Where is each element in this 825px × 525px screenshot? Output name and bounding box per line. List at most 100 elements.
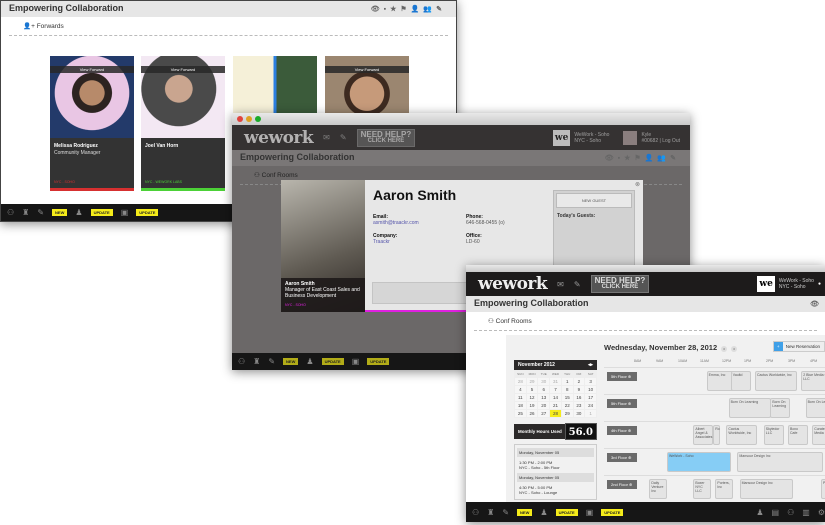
calendar-day[interactable]: 17 [585,394,596,401]
calendar-day[interactable]: 7 [550,386,561,393]
close-button[interactable] [237,116,243,122]
update-tag[interactable]: UPDATE [136,209,159,216]
help-button[interactable]: NEED HELP? CLICK HERE [356,128,416,147]
calendar-day[interactable]: 20 [538,402,550,409]
calendar-day[interactable]: 26 [526,410,538,417]
header-tools[interactable]: 👁▪★⚑👤👥✎ [371,5,446,13]
calendar-day[interactable]: 2 [573,378,585,385]
calendar-day[interactable]: 28 [515,378,526,385]
reservation-block[interactable]: Porters, Inc [715,479,734,499]
calendar-day[interactable]: 1 [585,410,596,417]
view-forward-button[interactable]: View Forward [50,66,134,73]
reservation-block[interactable]: Albert Angel & Associates [693,425,714,445]
avatar[interactable] [623,130,638,145]
reservation-block[interactable]: Vaultd [730,371,751,391]
reservation-block[interactable]: Curated Media [812,425,825,445]
calendar-day[interactable]: 5 [526,386,538,393]
reservation-block[interactable]: 2 Blue Media Group LLC [801,371,825,391]
forward-card[interactable] [233,56,317,114]
tools-icon[interactable]: ⚙ [818,508,825,517]
edit-icon[interactable]: ✎ [268,357,275,366]
location-switcher[interactable]: we WeWork - Soho NYC - Soho Kyle #00682 | L… [552,129,680,146]
close-icon[interactable]: ⊗ [635,181,640,188]
floor-label[interactable]: 3rd Floor ⊕ [607,453,637,462]
conf-rooms-icon[interactable]: ⚇ [238,357,245,366]
calendar-day[interactable]: 21 [550,402,561,409]
mail-icon[interactable]: ✉ [323,133,330,142]
calendar-day[interactable]: 12 [526,394,538,401]
calendar-day[interactable]: 11 [515,394,526,401]
calendar-day[interactable]: 8 [561,386,573,393]
view-forward-button[interactable]: View Forward [141,66,225,73]
update-tag[interactable]: UPDATE [321,358,344,365]
update-tag[interactable]: UPDATE [601,508,624,516]
badge-icon[interactable]: ♜ [253,357,260,366]
wework-logo[interactable]: wework [478,274,548,294]
header-tools[interactable]: 👁▪★⚑👤👥✎ [605,154,680,162]
calendar-day[interactable]: 6 [538,386,550,393]
reservation-block[interactable]: Born On Learning [770,398,791,418]
calendar-day[interactable]: 25 [515,410,526,417]
reservation-block[interactable]: Porters, Inc [821,479,825,499]
forward-card[interactable]: View Forward [325,56,409,114]
minimize-button[interactable] [246,116,252,122]
conf-rooms-icon[interactable]: ⚇ [7,208,14,217]
user-icon[interactable]: ♟ [540,508,547,517]
action-area[interactable] [372,282,472,304]
calendar-day[interactable]: 28 [550,410,561,417]
calendar-day[interactable]: 14 [550,394,561,401]
calendar-day[interactable]: 27 [538,410,550,417]
reservation-block[interactable]: Ro [713,425,720,445]
calendar-day[interactable]: 30 [538,378,550,385]
edit-icon[interactable]: ✎ [502,508,509,517]
email-link[interactable]: asmith@traackr.com [373,220,419,226]
reservation-block[interactable]: WeWork - Soho [667,452,731,472]
floor-label[interactable]: 2nd Floor ⊕ [607,480,637,489]
calendar-day[interactable]: 4 [515,386,526,393]
calendar-day[interactable]: 31 [550,378,561,385]
view-forward-button[interactable]: View Forward [325,66,409,73]
calendar-day[interactable]: 9 [573,386,585,393]
compose-icon[interactable]: ✎ [574,280,581,289]
reservation-block[interactable]: Mansour Design Inc [739,479,793,499]
forward-card[interactable]: View Forward Melissa Rodriguez Community… [50,56,134,191]
floor-label[interactable]: 5th Floor ⊕ [607,372,637,381]
calendar-day[interactable]: 10 [585,386,596,393]
floor-label[interactable]: 4th Floor ⊕ [607,426,637,435]
gift-icon[interactable]: ▥ [802,508,810,517]
calendar-day[interactable]: 19 [526,402,538,409]
calendar-day[interactable]: 22 [561,402,573,409]
view-icon[interactable]: 👁 [810,300,823,308]
calendar-day[interactable]: 15 [561,394,573,401]
agenda-list[interactable]: Monday, November 05 1:30 PM - 2:00 PM NYC … [514,444,597,500]
calendar-day[interactable]: 16 [573,394,585,401]
calendar-day[interactable]: 13 [538,394,550,401]
prev-day-button[interactable]: • [721,346,728,352]
calendar-nav[interactable]: ◂▸ [588,362,593,368]
briefcase-icon[interactable]: ▣ [121,208,129,217]
new-tag[interactable]: NEW [283,358,299,365]
badge-icon[interactable]: ♜ [487,508,494,517]
reservation-block[interactable]: Mansour Design Inc [737,452,824,472]
badge-icon[interactable]: ♜ [22,208,29,217]
maximize-button[interactable] [255,116,261,122]
help-button[interactable]: NEED HELP? CLICK HERE [590,275,650,293]
calendar-day[interactable]: 3 [585,378,596,385]
calendar-day[interactable]: 30 [573,410,585,417]
update-tag[interactable]: UPDATE [367,358,390,365]
update-tag[interactable]: UPDATE [555,508,578,516]
edit-icon[interactable]: ✎ [37,208,44,217]
user-icon[interactable]: ♟ [75,208,82,217]
reservation-block[interactable]: Daily Venture Inc [649,479,668,499]
calendar-day[interactable]: 23 [573,402,585,409]
update-tag[interactable]: UPDATE [90,209,113,216]
folder-icon[interactable]: ▤ [772,508,780,517]
new-reservation-button[interactable]: New Reservation [772,341,825,352]
reservation-block[interactable]: Born On Learning [728,398,771,418]
wework-logo[interactable]: wework [244,128,314,148]
new-tag[interactable]: NEW [52,209,68,216]
calendar-day[interactable]: 1 [561,378,573,385]
member-icon[interactable]: ♟ [756,508,763,517]
reservation-block[interactable]: Boxer NYC LLC [693,479,712,499]
floor-label[interactable]: 5th Floor ⊕ [607,399,637,408]
